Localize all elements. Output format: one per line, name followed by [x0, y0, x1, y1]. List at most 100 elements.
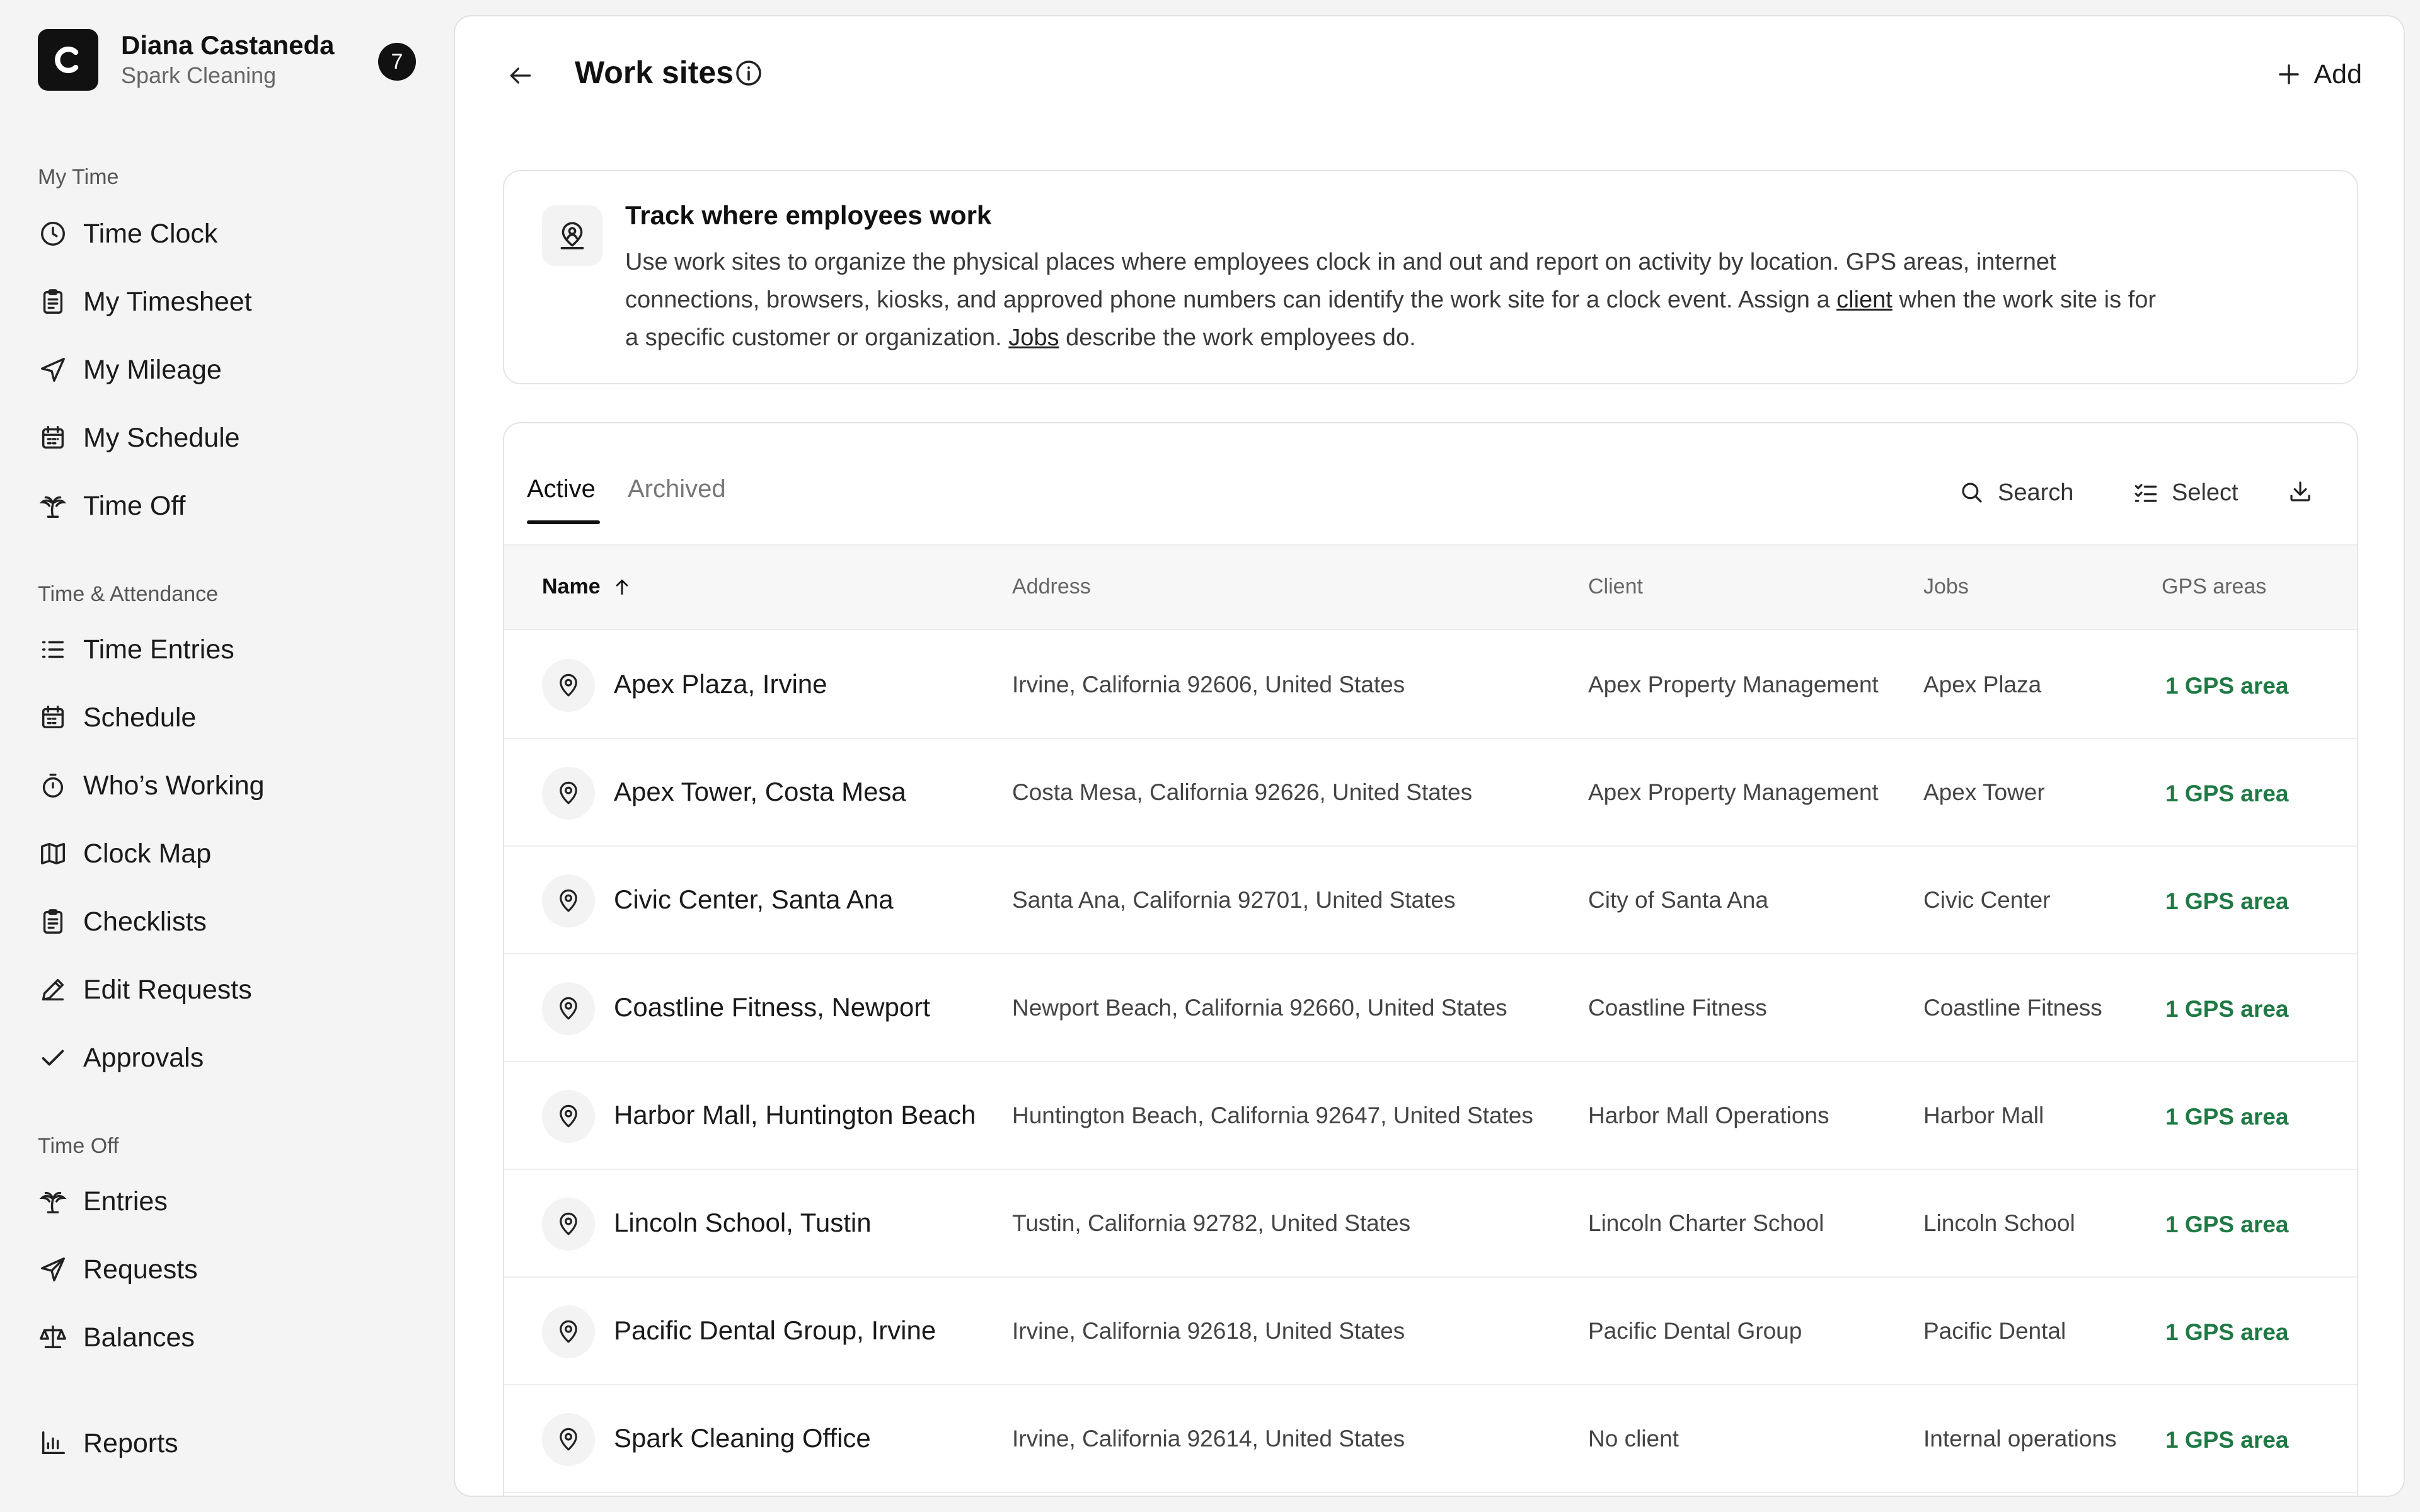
client-link[interactable]: client: [1836, 287, 1893, 313]
sort-ascending-icon: [616, 579, 628, 595]
work-site-address: Tustin, California 92782, United States: [1012, 1210, 1411, 1236]
work-site-address: Costa Mesa, California 92626, United Sta…: [1012, 779, 1473, 805]
sidebar-item-approvals[interactable]: Approvals: [25, 1029, 429, 1086]
work-site-name[interactable]: Spark Cleaning Office: [614, 1423, 871, 1453]
sidebar-item-time-off[interactable]: Time Off: [25, 478, 429, 534]
sidebar-item-label: Balances: [83, 1322, 195, 1353]
work-site-jobs: Lincoln School: [1923, 1210, 2075, 1236]
nav-section-time-attendance: Time & Attendance: [38, 582, 219, 606]
sidebar-item-reports[interactable]: Reports: [25, 1415, 429, 1472]
column-header-name[interactable]: Name: [542, 575, 632, 599]
sidebar-item-my-schedule[interactable]: My Schedule: [25, 410, 429, 466]
work-site-jobs: Harbor Mall: [1923, 1102, 2044, 1128]
sidebar-item-schedule[interactable]: Schedule: [25, 689, 429, 746]
gps-area-link[interactable]: 1 GPS area: [2165, 781, 2288, 807]
gps-area-link[interactable]: 1 GPS area: [2165, 673, 2288, 699]
company-logo: [38, 29, 98, 91]
back-button[interactable]: [500, 55, 541, 96]
work-site-client: No client: [1588, 1426, 1679, 1452]
add-work-site-button[interactable]: Add: [2276, 54, 2362, 94]
send-icon: [38, 1254, 68, 1285]
work-site-client: Harbor Mall Operations: [1588, 1102, 1829, 1128]
download-icon: [2290, 481, 2310, 501]
sidebar: Diana Castaneda Spark Cleaning 7 My Time…: [0, 0, 454, 1512]
sidebar-item-clock-map[interactable]: Clock Map: [25, 825, 429, 882]
location-person-icon: [542, 205, 602, 266]
work-site-name[interactable]: Harbor Mall, Huntington Beach: [614, 1100, 976, 1130]
sidebar-item-my-mileage[interactable]: My Mileage: [25, 341, 429, 398]
work-site-name[interactable]: Lincoln School, Tustin: [614, 1208, 872, 1238]
download-button[interactable]: [2281, 472, 2319, 510]
work-site-name[interactable]: Pacific Dental Group, Irvine: [614, 1315, 936, 1346]
table-row[interactable]: Harbor Mall, Huntington Beach Huntington …: [504, 1062, 2357, 1170]
work-site-client: Pacific Dental Group: [1588, 1318, 1802, 1344]
column-header-jobs[interactable]: Jobs: [1923, 575, 1969, 599]
search-button[interactable]: Search: [1959, 474, 2073, 512]
work-site-name[interactable]: Coastline Fitness, Newport: [614, 992, 930, 1022]
work-site-jobs: Coastline Fitness: [1923, 995, 2102, 1021]
account-switcher[interactable]: Diana Castaneda Spark Cleaning 7: [38, 29, 422, 92]
gps-area-link[interactable]: 1 GPS area: [2165, 996, 2288, 1022]
select-label: Select: [2172, 479, 2238, 506]
sidebar-item-time-clock[interactable]: Time Clock: [25, 205, 429, 262]
gps-area-link[interactable]: 1 GPS area: [2165, 1319, 2288, 1346]
sidebar-item-checklists[interactable]: Checklists: [25, 893, 429, 950]
sidebar-item-requests[interactable]: Requests: [25, 1241, 429, 1298]
work-site-client: Apex Property Management: [1588, 779, 1879, 805]
sidebar-item-label: Who’s Working: [83, 770, 265, 801]
select-button[interactable]: Select: [2133, 474, 2238, 512]
tab-active[interactable]: Active: [527, 475, 596, 503]
work-site-name[interactable]: Civic Center, Santa Ana: [614, 885, 894, 915]
sidebar-item-entries[interactable]: Entries: [25, 1173, 429, 1230]
gps-area-link[interactable]: 1 GPS area: [2165, 1211, 2288, 1238]
sidebar-item-whos-working[interactable]: Who’s Working: [25, 757, 429, 814]
jobs-link[interactable]: Jobs: [1008, 324, 1059, 351]
info-banner: Track where employees work Use work site…: [503, 170, 2358, 384]
work-site-name[interactable]: Apex Tower, Costa Mesa: [614, 777, 906, 807]
column-header-name-label: Name: [542, 575, 601, 598]
map-pin-icon: [542, 1413, 595, 1466]
table-row[interactable]: Apex Tower, Costa Mesa Costa Mesa, Califo…: [504, 739, 2357, 847]
gps-area-link[interactable]: 1 GPS area: [2165, 888, 2288, 915]
map-pin-icon: [542, 1305, 595, 1358]
sidebar-item-time-entries[interactable]: Time Entries: [25, 621, 429, 678]
banner-title: Track where employees work: [625, 200, 992, 230]
sidebar-item-label: My Schedule: [83, 422, 240, 453]
sidebar-item-label: Requests: [83, 1254, 198, 1285]
column-header-gps-areas[interactable]: GPS areas: [2162, 575, 2266, 599]
work-site-name[interactable]: Apex Plaza, Irvine: [614, 669, 827, 699]
info-icon[interactable]: [734, 58, 764, 88]
checklist-icon: [2135, 484, 2157, 502]
tab-archived[interactable]: Archived: [628, 475, 726, 503]
main-panel: Work sites Add Track where employees wor…: [454, 15, 2405, 1497]
logo-c-icon: [55, 46, 79, 74]
sidebar-item-balances[interactable]: Balances: [25, 1309, 429, 1366]
work-site-client: Coastline Fitness: [1588, 995, 1767, 1021]
column-header-client[interactable]: Client: [1588, 575, 1643, 599]
sidebar-item-my-timesheet[interactable]: My Timesheet: [25, 273, 429, 330]
table-row[interactable]: Spark Cleaning Office Irvine, California …: [504, 1385, 2357, 1493]
bar-chart-icon: [38, 1428, 68, 1458]
page-title: Work sites: [575, 55, 734, 90]
table-row[interactable]: Civic Center, Santa Ana Santa Ana, Califo…: [504, 847, 2357, 954]
table-row[interactable]: Coastline Fitness, Newport Newport Beach,…: [504, 954, 2357, 1062]
table-row[interactable]: Pacific Dental Group, Irvine Irvine, Cali…: [504, 1278, 2357, 1385]
org-name: Spark Cleaning: [121, 62, 277, 88]
table-header: Name Address Client Jobs GPS areas: [504, 544, 2357, 630]
add-button-label: Add: [2313, 59, 2362, 89]
nav-section-my-time: My Time: [38, 165, 119, 189]
banner-text-part: describe the work employees do.: [1059, 324, 1416, 351]
work-site-jobs: Internal operations: [1923, 1426, 2117, 1452]
sidebar-item-edit-requests[interactable]: Edit Requests: [25, 961, 429, 1018]
gps-area-link[interactable]: 1 GPS area: [2165, 1104, 2288, 1130]
list-icon: [38, 634, 68, 665]
map-pin-icon: [542, 767, 595, 820]
column-header-address[interactable]: Address: [1012, 575, 1091, 599]
table-row[interactable]: Lincoln School, Tustin Tustin, California…: [504, 1170, 2357, 1278]
map-pin-icon: [542, 1090, 595, 1143]
gps-area-link[interactable]: 1 GPS area: [2165, 1427, 2288, 1453]
calendar-icon: [38, 423, 68, 453]
notification-badge[interactable]: 7: [378, 43, 416, 81]
palm-tree-icon: [38, 491, 68, 521]
table-row[interactable]: Apex Plaza, Irvine Irvine, California 926…: [504, 631, 2357, 739]
